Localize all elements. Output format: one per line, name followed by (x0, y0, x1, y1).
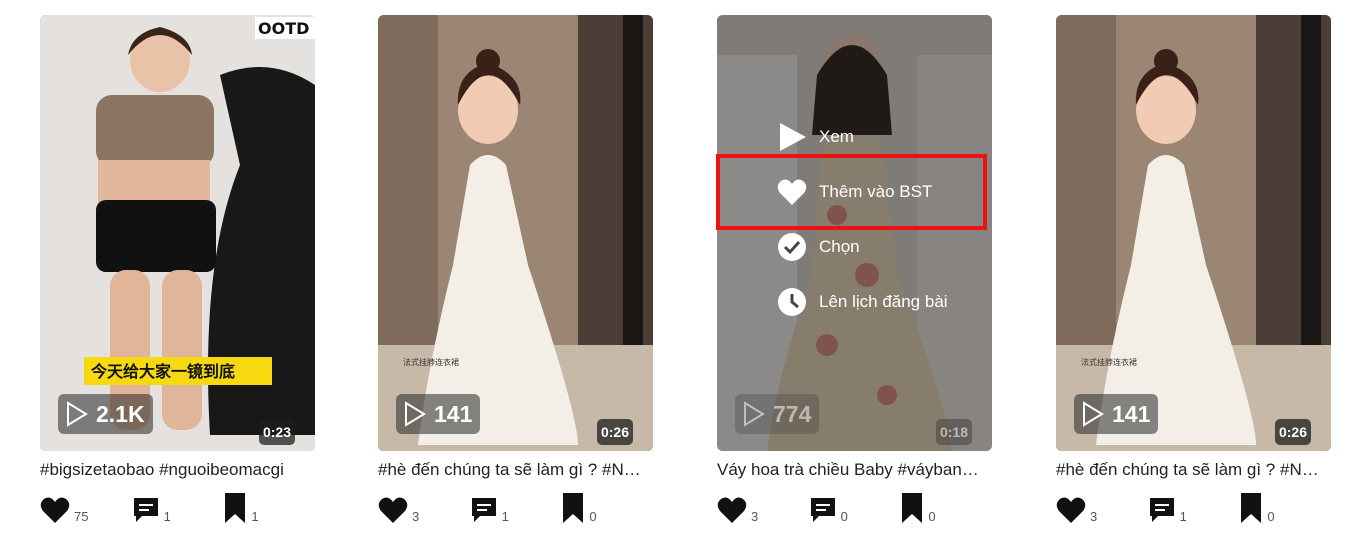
like-count: 3 (1090, 509, 1098, 524)
save-stat[interactable]: 0 (561, 492, 653, 524)
video-card: 法式挂脖连衣裙 141 0:26 #hè đến chúng ta sẽ làm… (378, 15, 653, 525)
comment-count: 1 (1179, 509, 1187, 524)
duration-badge: 0:26 (1274, 419, 1311, 445)
heart-icon (378, 497, 408, 523)
svg-text:OOTD: OOTD (258, 19, 309, 38)
video-card: OOTD 今天给大家一镜到底 2.1K 0:23 #bigsizetaobao … (40, 15, 315, 525)
video-card: 774 0:18 Xem Thêm vào BST Chọn Lên lịch … (716, 15, 992, 525)
stats-row: 75 1 1 (40, 492, 315, 524)
save-count: 0 (1267, 509, 1275, 524)
video-caption[interactable]: #hè đến chúng ta sẽ làm gì ? #N… (1056, 460, 1326, 480)
svg-text:法式挂脖连衣裙: 法式挂脖连衣裙 (1081, 357, 1137, 367)
like-count: 75 (74, 509, 89, 524)
stats-row: 3 1 0 (1056, 492, 1331, 524)
video-thumbnail[interactable]: 774 0:18 Xem Thêm vào BST Chọn Lên lịch … (717, 15, 992, 451)
view-count-badge: 141 (1074, 394, 1159, 434)
duration-badge: 0:18 (935, 419, 972, 445)
save-count: 1 (251, 509, 259, 524)
like-stat[interactable]: 3 (717, 496, 809, 524)
view-count-badge: 774 (735, 394, 820, 434)
thumbnail-image: 法式挂脖连衣裙 (378, 15, 653, 451)
heart-icon (40, 497, 70, 523)
play-icon (780, 123, 806, 151)
comment-icon (810, 498, 835, 522)
thumbnail-image: 法式挂脖连衣裙 (1056, 15, 1331, 451)
comment-stat[interactable]: 1 (470, 496, 562, 524)
like-stat[interactable]: 75 (40, 496, 132, 524)
play-icon (1083, 401, 1104, 427)
video-thumbnail[interactable]: OOTD 今天给大家一镜到底 2.1K 0:23 (40, 15, 315, 451)
view-count-badge: 2.1K (58, 394, 153, 434)
video-caption[interactable]: #bigsizetaobao #nguoibeomacgi (40, 460, 310, 480)
comment-count: 0 (840, 509, 848, 524)
like-stat[interactable]: 3 (1056, 496, 1148, 524)
comment-count: 1 (163, 509, 171, 524)
play-icon (67, 401, 88, 427)
save-stat[interactable]: 0 (900, 492, 992, 524)
highlight-box (716, 154, 987, 230)
view-count: 774 (773, 400, 812, 427)
play-icon (744, 401, 765, 427)
menu-view-label: Xem (819, 127, 854, 146)
like-count: 3 (412, 509, 420, 524)
comment-stat[interactable]: 1 (1148, 496, 1240, 524)
view-count: 2.1K (96, 400, 145, 427)
like-stat[interactable]: 3 (378, 496, 470, 524)
view-count-badge: 141 (396, 394, 481, 434)
view-count: 141 (1112, 400, 1151, 427)
menu-select-button[interactable]: Chọn (777, 232, 860, 262)
comment-icon (133, 498, 158, 522)
save-count: 0 (928, 509, 936, 524)
view-count: 141 (434, 400, 473, 427)
play-icon (405, 401, 426, 427)
svg-text:法式挂脖连衣裙: 法式挂脖连衣裙 (403, 357, 459, 367)
thumbnail-image: OOTD 今天给大家一镜到底 (40, 15, 315, 451)
duration-badge: 0:23 (258, 419, 295, 445)
bookmark-icon (563, 493, 584, 523)
video-thumbnail[interactable]: 法式挂脖连衣裙 141 0:26 (1056, 15, 1331, 451)
heart-icon (717, 497, 747, 523)
like-count: 3 (751, 509, 759, 524)
bookmark-icon (902, 493, 923, 523)
video-thumbnail[interactable]: 法式挂脖连衣裙 141 0:26 (378, 15, 653, 451)
stats-row: 3 0 0 (717, 492, 992, 524)
save-stat[interactable]: 0 (1239, 492, 1331, 524)
clock-icon (778, 288, 806, 316)
bookmark-icon (225, 493, 246, 523)
menu-schedule-label: Lên lịch đăng bài (819, 292, 948, 311)
menu-view-button[interactable]: Xem (777, 122, 854, 152)
comment-icon (471, 498, 496, 522)
svg-text:今天给大家一镜到底: 今天给大家一镜到底 (90, 362, 235, 381)
bookmark-icon (1241, 493, 1262, 523)
video-card: 法式挂脖连衣裙 141 0:26 #hè đến chúng ta sẽ làm… (1056, 15, 1331, 525)
comment-count: 1 (501, 509, 509, 524)
menu-schedule-button[interactable]: Lên lịch đăng bài (777, 287, 948, 317)
heart-icon (1056, 497, 1086, 523)
video-caption[interactable]: #hè đến chúng ta sẽ làm gì ? #N… (378, 460, 648, 480)
comment-icon (1149, 498, 1174, 522)
save-count: 0 (589, 509, 597, 524)
check-icon (778, 233, 806, 261)
comment-stat[interactable]: 1 (132, 496, 224, 524)
duration-badge: 0:26 (596, 419, 633, 445)
video-caption[interactable]: Váy hoa trà chiều Baby #váyban… (717, 460, 987, 480)
save-stat[interactable]: 1 (223, 492, 315, 524)
video-grid: OOTD 今天给大家一镜到底 2.1K 0:23 #bigsizetaobao … (40, 15, 1340, 535)
stats-row: 3 1 0 (378, 492, 653, 524)
menu-select-label: Chọn (819, 237, 860, 256)
comment-stat[interactable]: 0 (809, 496, 901, 524)
